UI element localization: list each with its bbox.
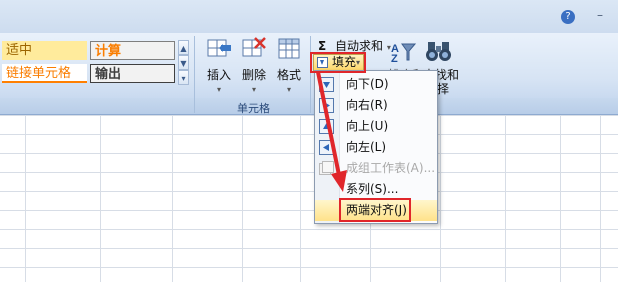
minimize-ribbon-icon[interactable]: – — [592, 8, 608, 24]
cells-group-label: 单元格 — [237, 102, 270, 115]
styles-scroll-down-button[interactable]: ▼ — [178, 55, 189, 70]
grid-row-line — [0, 210, 618, 211]
format-label: 格式 — [276, 68, 301, 82]
format-cells-icon — [275, 36, 303, 62]
menu-item-label: 成组工作表(A)... — [346, 161, 436, 175]
grid-row-line — [0, 134, 618, 135]
delete-label: 删除 — [241, 68, 266, 82]
find-select-label-line2: 择 — [437, 82, 450, 96]
svg-text:Z: Z — [391, 53, 398, 64]
insert-dropdown-arrow[interactable]: ▾ — [200, 85, 238, 94]
help-icon[interactable]: ? — [561, 10, 575, 24]
insert-button[interactable]: 插入 ▾ — [200, 36, 238, 94]
format-dropdown-arrow[interactable]: ▾ — [270, 85, 308, 94]
grid-col-line — [172, 115, 173, 282]
find-binoculars-icon[interactable] — [425, 38, 453, 64]
format-button[interactable]: 格式 ▾ — [270, 36, 308, 94]
grid-row-line — [0, 248, 618, 249]
menu-item-label: 向右(R) — [346, 98, 388, 112]
annotation-box-justify — [339, 198, 411, 222]
delete-dropdown-arrow[interactable]: ▾ — [235, 85, 273, 94]
insert-label: 插入 — [206, 68, 231, 82]
style-output[interactable]: 输出 — [90, 64, 175, 83]
group-separator — [194, 36, 195, 113]
grid-row-line — [0, 172, 618, 173]
insert-cells-icon — [205, 36, 233, 62]
grid-col-line — [560, 115, 561, 282]
grid-row-line — [0, 229, 618, 230]
grid-col-line — [600, 115, 601, 282]
grid-row-line — [0, 153, 618, 154]
ribbon-title-strip: ? – — [0, 0, 618, 34]
grid-row-line — [0, 191, 618, 192]
delete-button[interactable]: 删除 ▾ — [235, 36, 273, 94]
menu-item-label: 向左(L) — [346, 140, 387, 154]
sigma-icon: Σ — [318, 39, 327, 53]
grid-col-line — [100, 115, 101, 282]
annotation-arrow — [316, 71, 347, 192]
grid-col-line — [242, 115, 243, 282]
grid-col-line — [25, 115, 26, 282]
grid-row-line — [0, 267, 618, 268]
menu-item-label: 系列(S)... — [346, 182, 399, 196]
grid-col-line — [300, 115, 301, 282]
grid-col-line — [440, 115, 441, 282]
menu-item-label: 向上(U) — [346, 119, 389, 133]
styles-more-button[interactable]: ▾ — [178, 70, 189, 85]
sort-filter-icon[interactable]: A Z — [390, 38, 417, 65]
style-linked-cell[interactable]: 链接单元格 — [2, 64, 87, 83]
worksheet-grid[interactable] — [0, 115, 618, 282]
styles-scroll-up-button[interactable]: ▲ — [178, 40, 189, 55]
delete-cells-icon — [240, 36, 268, 62]
autosum-label: 自动求和 — [335, 39, 384, 53]
style-neutral[interactable]: 适中 — [2, 41, 87, 60]
menu-item-label: 向下(D) — [346, 77, 389, 91]
ribbon-group-label-bar — [0, 98, 618, 115]
grid-row-line — [0, 115, 618, 116]
style-calculation[interactable]: 计算 — [90, 41, 175, 60]
grid-col-line — [505, 115, 506, 282]
